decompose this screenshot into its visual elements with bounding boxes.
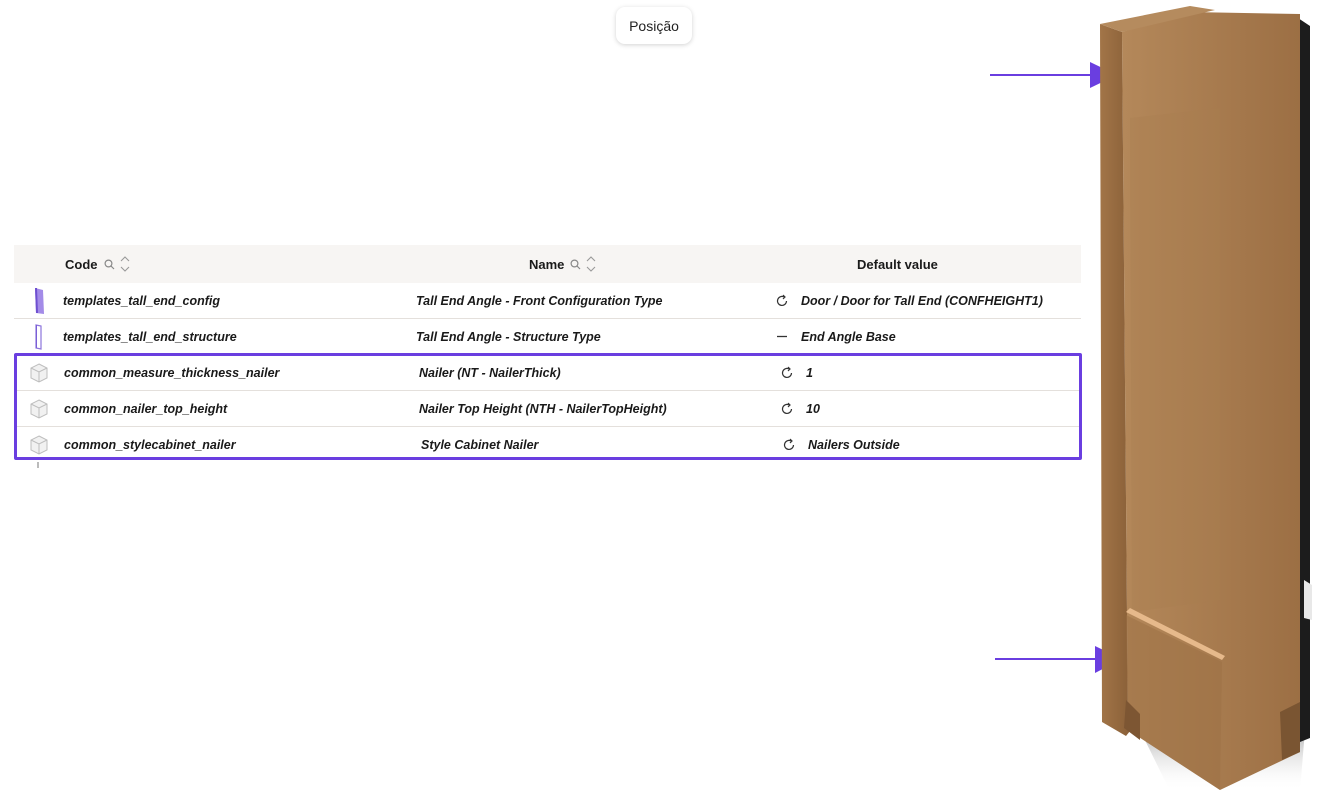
column-header-code[interactable]: Code xyxy=(65,245,130,283)
cube-icon xyxy=(30,434,48,455)
row-thumbnail xyxy=(28,319,50,354)
table-row[interactable]: common_stylecabinet_nailer Style Cabinet… xyxy=(14,427,1081,462)
row-default-value: 1 xyxy=(806,365,813,380)
row-code: templates_tall_end_config xyxy=(63,293,220,308)
reset-icon[interactable] xyxy=(781,427,797,462)
row-name: Tall End Angle - Front Configuration Typ… xyxy=(416,293,663,308)
row-default-value: 10 xyxy=(806,401,820,416)
search-icon[interactable] xyxy=(570,258,581,270)
row-code: common_measure_thickness_nailer xyxy=(64,365,280,380)
row-default-value: End Angle Base xyxy=(801,329,896,344)
parameters-table: Code Name Default value templates_tall_e… xyxy=(14,245,1081,462)
row-thumbnail xyxy=(28,355,50,390)
row-code: common_stylecabinet_nailer xyxy=(64,437,236,452)
cube-icon xyxy=(30,398,48,419)
cube-icon xyxy=(30,362,48,383)
row-default-value: Nailers Outside xyxy=(808,437,900,452)
sort-icon[interactable] xyxy=(586,255,596,273)
reset-icon[interactable] xyxy=(774,283,790,318)
row-name: Style Cabinet Nailer xyxy=(421,437,539,452)
column-header-name-label: Name xyxy=(529,256,565,272)
reset-icon[interactable] xyxy=(779,355,795,390)
row-name: Nailer Top Height (NTH - NailerTopHeight… xyxy=(419,401,667,416)
table-row[interactable]: templates_tall_end_structure Tall End An… xyxy=(14,319,1081,355)
tall-end-structure-thumbnail-icon xyxy=(35,323,42,350)
search-icon[interactable] xyxy=(103,258,115,270)
position-button[interactable]: Posição xyxy=(616,7,692,44)
position-label: Posição xyxy=(629,17,679,34)
row-thumbnail xyxy=(28,283,50,318)
dash-icon xyxy=(774,319,790,354)
table-row[interactable]: common_nailer_top_height Nailer Top Heig… xyxy=(14,391,1081,427)
row-code: common_nailer_top_height xyxy=(64,401,228,416)
row-name: Tall End Angle - Structure Type xyxy=(416,329,601,344)
column-header-name[interactable]: Name xyxy=(529,245,596,283)
row-default-value: Door / Door for Tall End (CONFHEIGHT1) xyxy=(801,293,1043,308)
cabinet-3d-preview xyxy=(1100,6,1312,791)
table-header: Code Name Default value xyxy=(14,245,1081,283)
table-row[interactable]: common_measure_thickness_nailer Nailer (… xyxy=(14,355,1081,391)
row-thumbnail xyxy=(28,427,50,462)
sort-icon[interactable] xyxy=(120,255,130,273)
table-row[interactable]: templates_tall_end_config Tall End Angle… xyxy=(14,283,1081,319)
divider xyxy=(37,462,39,468)
reset-icon[interactable] xyxy=(779,391,795,426)
column-header-code-label: Code xyxy=(65,256,98,272)
column-header-default-value-label: Default value xyxy=(857,256,938,272)
column-header-default-value: Default value xyxy=(857,245,938,283)
arrow-right-icon xyxy=(990,62,1117,88)
row-name: Nailer (NT - NailerThick) xyxy=(419,365,561,380)
row-thumbnail xyxy=(28,391,50,426)
row-code: templates_tall_end_structure xyxy=(63,329,237,344)
tall-end-thumbnail-icon xyxy=(35,287,44,314)
